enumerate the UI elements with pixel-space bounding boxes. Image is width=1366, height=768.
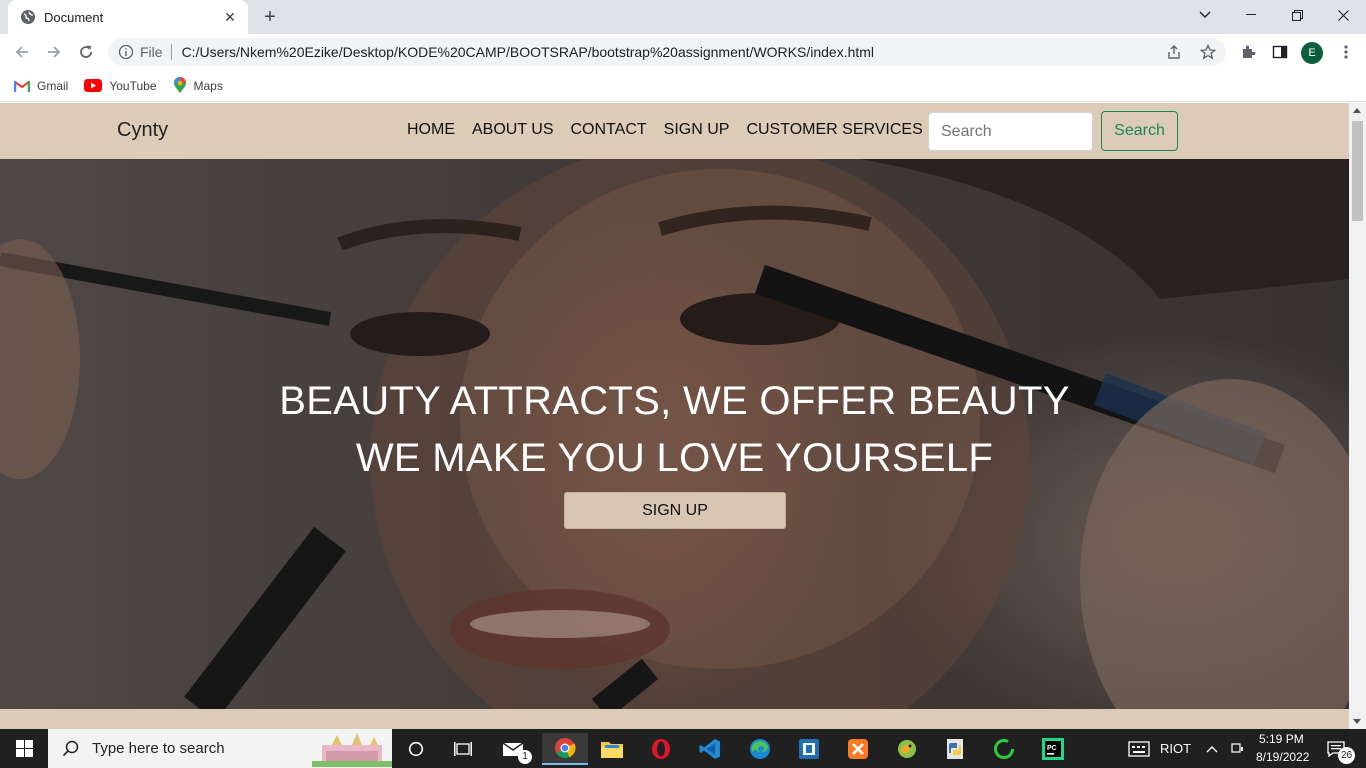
taskbar-search-placeholder: Type here to search (92, 740, 225, 757)
nav-contact[interactable]: CONTACT (571, 121, 647, 139)
search-highlight-illustration-icon (312, 733, 392, 767)
task-view-icon[interactable] (443, 733, 483, 765)
forward-icon[interactable] (42, 40, 66, 64)
globe-icon (21, 10, 35, 24)
notifications-icon[interactable]: 26 (1318, 733, 1355, 765)
python-icon[interactable] (935, 733, 975, 765)
scrollbar-thumb[interactable] (1352, 121, 1363, 221)
site-search-input[interactable] (928, 112, 1093, 151)
scroll-down-icon[interactable] (1353, 719, 1361, 724)
nav-sign-up[interactable]: SIGN UP (664, 121, 730, 139)
bookmarks-bar: Gmail YouTube Maps (0, 70, 1366, 102)
clock-time[interactable]: 5:19 PM (1259, 732, 1304, 746)
mail-icon[interactable]: 1 (494, 733, 534, 765)
loading-app-icon[interactable] (984, 733, 1024, 765)
browser-tab[interactable]: Document ✕ (8, 0, 248, 34)
hero-headline-line-2: WE MAKE YOU LOVE YOURSELF (355, 436, 994, 480)
cortana-icon[interactable] (396, 733, 436, 765)
taskbar-search-box[interactable]: Type here to search (48, 729, 392, 768)
browser-toolbar: File C:/Users/Nkem%20Ezike/Desktop/KODE%… (0, 34, 1366, 70)
nav-about-us[interactable]: ABOUT US (472, 121, 554, 139)
close-window-icon[interactable] (1320, 0, 1366, 30)
windows-taskbar: Type here to search 1 PC RIOT 5:19 PM 8/… (0, 729, 1366, 768)
hero-overlay (0, 159, 1349, 709)
tab-strip: Document ✕ + (0, 0, 1366, 34)
site-search-button[interactable]: Search (1101, 111, 1178, 151)
scroll-up-icon[interactable] (1353, 108, 1361, 113)
share-icon[interactable] (1166, 44, 1182, 60)
pycharm-icon[interactable]: PC (1033, 733, 1073, 765)
url-text[interactable]: C:/Users/Nkem%20Ezike/Desktop/KODE%20CAM… (182, 44, 1166, 60)
bookmark-maps[interactable]: Maps (173, 77, 223, 94)
clock-date[interactable]: 8/19/2022 (1256, 750, 1309, 764)
vscode-icon[interactable] (690, 733, 730, 765)
address-bar[interactable]: File C:/Users/Nkem%20Ezike/Desktop/KODE%… (108, 38, 1226, 66)
bookmark-label: Maps (193, 78, 223, 93)
bookmark-star-icon[interactable] (1200, 44, 1216, 60)
site-navbar: Cynty HOME ABOUT US CONTACT SIGN UP CUST… (0, 103, 1349, 159)
sandbox-app-icon[interactable] (789, 733, 829, 765)
next-section-strip (0, 709, 1349, 729)
xampp-icon[interactable] (838, 733, 878, 765)
svg-text:PC: PC (1047, 745, 1057, 752)
restore-icon[interactable] (1274, 0, 1320, 30)
nav-home[interactable]: HOME (407, 121, 455, 139)
site-brand[interactable]: Cynty (117, 119, 168, 142)
bookmark-label: Gmail (37, 78, 69, 93)
new-tab-icon[interactable]: + (258, 6, 282, 28)
notification-count-badge: 26 (1338, 747, 1355, 764)
profile-avatar[interactable]: E (1301, 42, 1323, 64)
nav-customer-services[interactable]: CUSTOMER SERVICES (746, 121, 922, 139)
minimize-icon[interactable] (1228, 0, 1274, 30)
back-icon[interactable] (10, 40, 34, 64)
hero-sign-up-button[interactable]: SIGN UP (564, 492, 786, 529)
info-icon[interactable] (118, 44, 134, 60)
address-scheme: File (140, 44, 163, 60)
bookmark-youtube[interactable]: YouTube (84, 78, 157, 93)
hero-section: BEAUTY ATTRACTS, WE OFFER BEAUTY WE MAKE… (0, 159, 1349, 709)
tab-close-icon[interactable]: ✕ (222, 9, 238, 26)
page-scrollbar[interactable] (1349, 103, 1366, 729)
windows-start-icon[interactable] (0, 729, 48, 768)
bookmark-label: YouTube (109, 78, 157, 93)
file-explorer-icon[interactable] (592, 733, 632, 765)
tab-title: Document (44, 9, 104, 25)
address-separator (170, 44, 172, 60)
edge-icon[interactable] (740, 733, 780, 765)
hero-headline-line-1: BEAUTY ATTRACTS, WE OFFER BEAUTY (279, 379, 1070, 423)
opera-icon[interactable] (641, 733, 681, 765)
gmail-icon (14, 80, 30, 92)
nav-links: HOME ABOUT US CONTACT SIGN UP CUSTOMER S… (407, 121, 923, 139)
tab-search-chevron-icon[interactable] (1182, 0, 1228, 30)
menu-kebab-icon[interactable] (1334, 40, 1358, 64)
bookmark-gmail[interactable]: Gmail (14, 79, 68, 93)
mail-badge: 1 (518, 750, 532, 764)
tray-chevron-up-icon[interactable] (1200, 733, 1224, 765)
extensions-icon[interactable] (1236, 40, 1260, 64)
search-icon (62, 740, 79, 756)
youtube-icon (84, 79, 103, 92)
page-viewport: Cynty HOME ABOUT US CONTACT SIGN UP CUST… (0, 103, 1349, 729)
side-panel-icon[interactable] (1268, 40, 1292, 64)
keyboard-layout-icon[interactable] (1122, 733, 1156, 765)
maps-icon (173, 77, 186, 93)
network-icon[interactable] (1226, 733, 1248, 765)
chameleon-app-icon[interactable] (887, 733, 927, 765)
reload-icon[interactable] (74, 40, 98, 64)
chrome-icon[interactable] (542, 733, 588, 765)
tray-label[interactable]: RIOT (1160, 741, 1191, 756)
